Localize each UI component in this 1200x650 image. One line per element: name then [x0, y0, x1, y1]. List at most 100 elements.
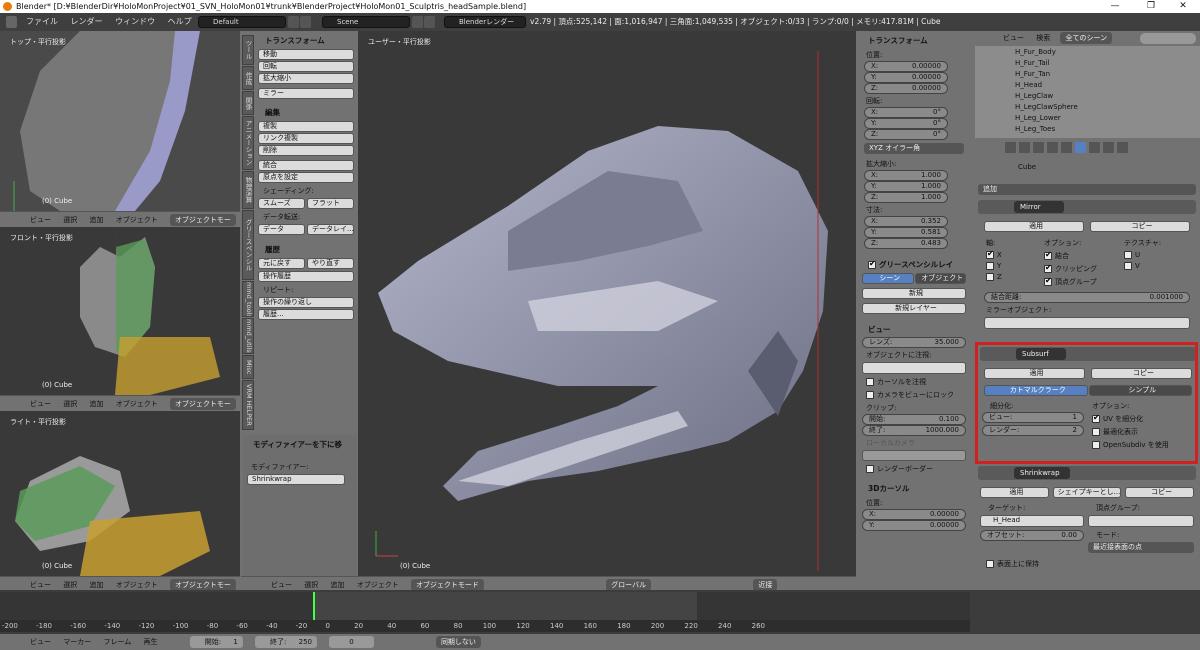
tab-vrm-helper[interactable]: VRM HELPER — [242, 380, 254, 430]
merge-distance-field[interactable]: 結合距離: 0.001000 — [984, 292, 1190, 303]
mirror-copy-button[interactable]: コピー — [1090, 221, 1190, 232]
select-menu[interactable]: 選択 — [63, 216, 77, 224]
outliner-item[interactable]: H_Fur_Body — [1015, 47, 1200, 58]
cursor-y-field[interactable]: Y: 0.00000 — [862, 520, 966, 531]
history-button[interactable]: 履歴... — [258, 309, 354, 320]
tab-mmd-tools[interactable]: mmd_tools — [242, 281, 254, 317]
object-menu[interactable]: オブジェクト — [116, 400, 158, 408]
object-menu[interactable]: オブジェクト — [116, 216, 158, 224]
mirror-v-option[interactable]: V — [1116, 260, 1186, 271]
right-viewport[interactable]: ライト・平行投影 (0) Cube — [0, 411, 240, 576]
undo-history-button[interactable]: 操作履歴 — [258, 271, 354, 282]
add-menu[interactable]: 追加 — [89, 400, 103, 408]
rotate-button[interactable]: 回転 — [258, 61, 354, 72]
dim-z-field[interactable]: Z: 0.483 — [864, 238, 948, 249]
tab-physics[interactable]: 物理演算 — [242, 171, 254, 209]
view-menu[interactable]: ビュー — [30, 216, 51, 224]
set-origin-button[interactable]: 原点を設定 — [258, 172, 354, 183]
start-frame-field[interactable]: 開始: 1 — [189, 636, 243, 648]
outliner-item[interactable]: H_Fur_Tail — [1015, 58, 1200, 69]
editor-type-icon[interactable] — [6, 16, 17, 28]
close-button[interactable]: ✕ — [1166, 0, 1200, 13]
mirror-button[interactable]: ミラー — [258, 88, 354, 99]
outliner-item[interactable]: H_Leg_Toes — [1015, 124, 1200, 135]
shrinkwrap-copy-button[interactable]: コピー — [1125, 487, 1195, 498]
link-duplicate-button[interactable]: リンク複製 — [258, 133, 354, 144]
clip-start-field[interactable]: 開始: 0.100 — [862, 414, 966, 425]
outliner-item[interactable]: H_Fur_Tan — [1015, 69, 1200, 80]
mode-select[interactable]: オブジェクトモー — [169, 398, 236, 410]
mirror-header[interactable]: Mirror — [978, 200, 1196, 214]
outliner-view-menu[interactable]: ビュー — [1003, 34, 1024, 42]
add-scene-icon[interactable] — [412, 16, 423, 28]
shrinkwrap-apply-button[interactable]: 適用 — [980, 487, 1049, 498]
history-section[interactable]: 履歴 — [255, 240, 357, 257]
outliner-item[interactable]: H_LegClaw — [1015, 91, 1200, 102]
loc-y-field[interactable]: Y: 0.00000 — [864, 72, 948, 83]
view-menu[interactable]: ビュー — [271, 581, 292, 589]
outliner-item[interactable]: H_Head — [1015, 80, 1200, 91]
mirror-object-field[interactable] — [984, 317, 1190, 329]
undo-button[interactable]: 元に戻す — [258, 258, 305, 269]
scale-y-field[interactable]: Y: 1.000 — [864, 181, 948, 192]
timeline-view-menu[interactable]: ビュー — [30, 638, 51, 646]
scale-z-field[interactable]: Z: 1.000 — [864, 192, 948, 203]
flat-button[interactable]: フラット — [307, 198, 354, 209]
repeat-last-button[interactable]: 操作の繰り返し — [258, 297, 354, 308]
tab-grease-pencil[interactable]: グリースペンシル — [242, 210, 254, 280]
maximize-button[interactable]: ❐ — [1134, 0, 1168, 13]
new-grease-button[interactable]: 新規 — [862, 288, 966, 299]
timeline-marker-menu[interactable]: マーカー — [63, 638, 91, 646]
tab-animation[interactable]: アニメーション — [242, 116, 254, 170]
shrinkwrap-header[interactable]: Shrinkwrap — [978, 466, 1196, 480]
3d-cursor-section[interactable]: 3Dカーソル — [858, 479, 970, 496]
minimize-button[interactable]: — — [1098, 0, 1132, 13]
properties-tabs[interactable] — [975, 140, 1200, 155]
rot-x-field[interactable]: X: 0° — [864, 107, 948, 118]
mirror-clipping-option[interactable]: クリッピング — [1036, 262, 1116, 275]
object-menu[interactable]: オブジェクト — [357, 581, 399, 589]
transform-section[interactable]: トランスフォーム — [255, 31, 357, 48]
sync-mode-select[interactable]: 同期しない — [435, 636, 481, 648]
add-menu[interactable]: 追加 — [89, 216, 103, 224]
select-menu[interactable]: 選択 — [304, 581, 318, 589]
data-button[interactable]: データ — [258, 224, 305, 235]
edit-section[interactable]: 編集 — [255, 103, 357, 120]
outliner-item[interactable]: H_LegClawSphere — [1015, 102, 1200, 113]
remove-scene-icon[interactable] — [424, 16, 435, 28]
layout-select[interactable]: Default — [198, 16, 286, 28]
rot-z-field[interactable]: Z: 0° — [864, 129, 948, 140]
modifier-move-down-title[interactable]: モディファイアーを下に移 — [243, 435, 357, 452]
offset-field[interactable]: オフセット: 0.00 — [980, 530, 1084, 541]
outliner-filter-select[interactable]: 全てのシーン — [1060, 32, 1113, 44]
outliner-search-input[interactable] — [1140, 33, 1196, 44]
rot-y-field[interactable]: Y: 0° — [864, 118, 948, 129]
target-field[interactable]: H_Head — [980, 515, 1084, 527]
outliner-search-menu[interactable]: 検索 — [1036, 34, 1050, 42]
duplicate-button[interactable]: 複製 — [258, 121, 354, 132]
lock-camera-option[interactable]: カメラをビューにロック — [858, 388, 970, 401]
outliner-item[interactable]: H_Leg_Lower — [1015, 113, 1200, 124]
scale-x-field[interactable]: X: 1.000 — [864, 170, 948, 181]
front-viewport[interactable]: フロント・平行投影 (0) Cube — [0, 227, 240, 395]
mirror-name-field[interactable]: Mirror — [1014, 201, 1064, 213]
view-menu[interactable]: ビュー — [30, 581, 51, 589]
render-engine-select[interactable]: Blenderレンダー — [444, 16, 526, 28]
mirror-vgroup-option[interactable]: 頂点グループ — [1036, 275, 1116, 288]
view-section[interactable]: ビュー — [858, 320, 970, 337]
apply-as-shapekey-button[interactable]: シェイプキーとし... — [1052, 487, 1122, 498]
tab-relations[interactable]: 関係 — [242, 91, 254, 115]
scene-tab-button[interactable]: シーン — [862, 273, 914, 284]
delete-button[interactable]: 削除 — [258, 145, 354, 156]
modifier-name-field[interactable]: Shrinkwrap — [247, 474, 345, 485]
new-layer-button[interactable]: 新規レイヤー — [862, 303, 966, 314]
add-menu[interactable]: 追加 — [330, 581, 344, 589]
shrinkwrap-name-field[interactable]: Shrinkwrap — [1014, 467, 1070, 479]
mirror-apply-button[interactable]: 適用 — [984, 221, 1084, 232]
mirror-axis-x[interactable]: X — [978, 249, 1036, 260]
mirror-merge-option[interactable]: 結合 — [1036, 249, 1116, 262]
current-frame-field[interactable]: 0 — [329, 636, 374, 648]
scale-button[interactable]: 拡大縮小 — [258, 73, 354, 84]
render-border-option[interactable]: レンダーボーダー — [858, 462, 970, 475]
menu-window[interactable]: ウィンドウ — [115, 13, 155, 31]
